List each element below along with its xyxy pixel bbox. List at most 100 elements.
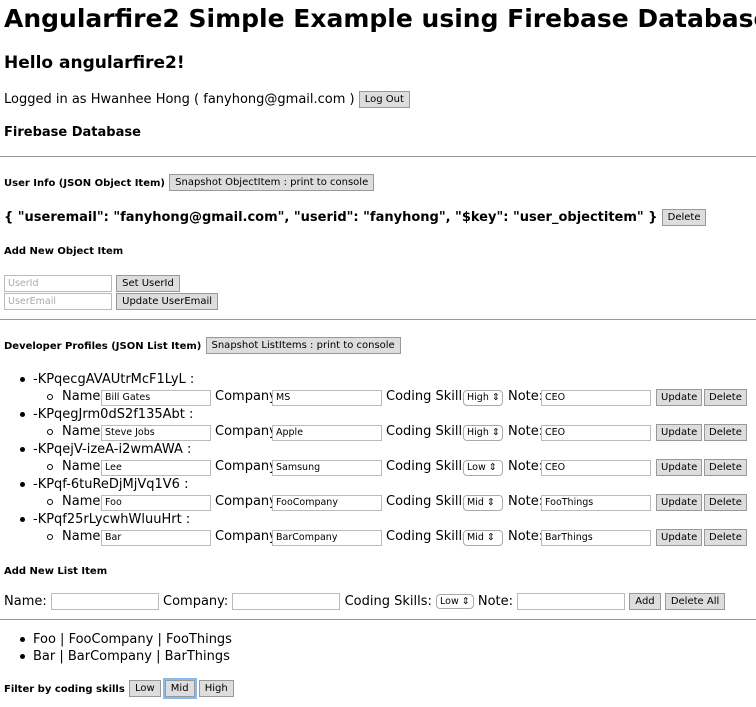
update-button[interactable]: Update (656, 459, 703, 476)
note-label: Note: (508, 424, 544, 439)
new-company-input[interactable] (232, 593, 341, 610)
profile-name-input[interactable]: Lee (101, 460, 211, 476)
profile-name-input[interactable]: Bar (101, 530, 211, 546)
delete-object-button[interactable]: Delete (661, 209, 707, 226)
name-label: Name: (62, 529, 105, 544)
profile-key: -KPqejV-izeA-i2wmAWA : (20, 442, 191, 457)
skills-label: Coding Skills: (386, 424, 474, 439)
circle-bullet-icon (47, 394, 53, 400)
profile-skill-select[interactable]: Low ⇕ (463, 460, 503, 476)
delete-button[interactable]: Delete (704, 424, 747, 441)
profile-note-input[interactable]: CEO (541, 460, 651, 476)
note-label: Note: (508, 459, 544, 474)
divider (0, 319, 756, 320)
name-label: Name: (62, 424, 105, 439)
update-email-button[interactable]: Update UserEmail (116, 293, 219, 310)
skills-label: Coding Skills: (386, 529, 474, 544)
profile-name-input[interactable]: Foo (101, 495, 211, 511)
filter-mid-button[interactable]: Mid (162, 678, 197, 699)
skills-label: Coding Skills: (344, 594, 432, 609)
hello-heading: Hello angularfire2! (4, 53, 185, 73)
name-label: Name: (62, 494, 105, 509)
profile-name-input[interactable]: Steve Jobs (101, 425, 211, 441)
profile-key: -KPqegJrm0dS2f135Abt : (20, 407, 193, 422)
snapshot-object-button[interactable]: Snapshot ObjectItem : print to console (169, 174, 375, 191)
profile-skill-select[interactable]: Mid ⇕ (463, 530, 503, 546)
company-label: Company: (215, 389, 281, 404)
divider (0, 156, 756, 157)
page-title: Angularfire2 Simple Example using Fireba… (4, 4, 756, 33)
name-label: Name: (4, 594, 47, 609)
profile-name-input[interactable]: Bill Gates (101, 390, 211, 406)
skills-label: Coding Skills: (386, 459, 474, 474)
note-label: Note: (477, 594, 514, 609)
profile-company-input[interactable]: MS (272, 390, 382, 406)
update-button[interactable]: Update (656, 424, 703, 441)
skills-label: Coding Skills: (386, 494, 474, 509)
profile-row: Name: Bill Gates Company: MS Coding Skil… (0, 389, 756, 407)
filter-low-button[interactable]: Low (128, 680, 161, 697)
new-skill-select[interactable]: Low ⇕ (436, 594, 474, 609)
profile-company-input[interactable]: BarCompany (272, 530, 382, 546)
update-button[interactable]: Update (656, 494, 703, 511)
delete-button[interactable]: Delete (704, 389, 747, 406)
userid-input[interactable] (4, 275, 112, 292)
profile-note-input[interactable]: CEO (541, 425, 651, 441)
name-label: Name: (62, 389, 105, 404)
name-label: Name: (62, 459, 105, 474)
filter-label: Filter by coding skills (4, 684, 125, 695)
filtered-item: Foo | FooCompany | FooThings (20, 632, 232, 647)
circle-bullet-icon (47, 534, 53, 540)
db-title: Firebase Database (4, 125, 141, 140)
profile-note-input[interactable]: BarThings (541, 530, 651, 546)
profile-key: -KPqf-6tuReDjMjVq1V6 : (20, 477, 188, 492)
circle-bullet-icon (47, 429, 53, 435)
profile-note-input[interactable]: CEO (541, 390, 651, 406)
profile-skill-select[interactable]: High ⇕ (463, 390, 503, 406)
profile-company-input[interactable]: FooCompany (272, 495, 382, 511)
add-list-label: Add New List Item (4, 566, 108, 577)
user-info-label: User Info (JSON Object Item) (4, 178, 165, 189)
logout-button[interactable]: Log Out (358, 91, 410, 108)
profile-company-input[interactable]: Samsung (272, 460, 382, 476)
delete-button[interactable]: Delete (704, 529, 747, 546)
profile-skill-select[interactable]: High ⇕ (463, 425, 503, 441)
delete-all-button[interactable]: Delete All (664, 593, 726, 610)
note-label: Note: (508, 389, 544, 404)
profile-row: Name: Bar Company: BarCompany Coding Ski… (0, 529, 756, 547)
new-note-input[interactable] (517, 593, 626, 610)
delete-button[interactable]: Delete (704, 459, 747, 476)
login-status: Logged in as Hwanhee Hong ( fanyhong@gma… (4, 92, 355, 107)
profile-note-input[interactable]: FooThings (541, 495, 651, 511)
user-json: { "useremail": "fanyhong@gmail.com", "us… (4, 210, 658, 225)
company-label: Company: (215, 424, 281, 439)
profile-skill-select[interactable]: Mid ⇕ (463, 495, 503, 511)
divider (0, 619, 756, 620)
profile-row: Name: Lee Company: Samsung Coding Skills… (0, 459, 756, 477)
snapshot-list-button[interactable]: Snapshot ListItems : print to console (205, 337, 401, 354)
add-object-label: Add New Object Item (4, 246, 124, 257)
note-label: Note: (508, 529, 544, 544)
update-button[interactable]: Update (656, 529, 703, 546)
filtered-item: Bar | BarCompany | BarThings (20, 649, 230, 664)
note-label: Note: (508, 494, 544, 509)
profile-key: -KPqf25rLycwhWluuHrt : (20, 512, 190, 527)
delete-button[interactable]: Delete (704, 494, 747, 511)
company-label: Company: (215, 459, 281, 474)
circle-bullet-icon (47, 499, 53, 505)
profile-row: Name: Steve Jobs Company: Apple Coding S… (0, 424, 756, 442)
new-name-input[interactable] (50, 593, 159, 610)
useremail-input[interactable] (4, 293, 112, 310)
update-button[interactable]: Update (656, 389, 703, 406)
circle-bullet-icon (47, 464, 53, 470)
company-label: Company: (163, 594, 229, 609)
company-label: Company: (215, 529, 281, 544)
profiles-label: Developer Profiles (JSON List Item) (4, 341, 202, 352)
profile-row: Name: Foo Company: FooCompany Coding Ski… (0, 494, 756, 512)
skills-label: Coding Skills: (386, 389, 474, 404)
company-label: Company: (215, 494, 281, 509)
set-userid-button[interactable]: Set UserId (116, 275, 180, 292)
profile-company-input[interactable]: Apple (272, 425, 382, 441)
add-button[interactable]: Add (629, 593, 661, 610)
filter-high-button[interactable]: High (198, 680, 234, 697)
